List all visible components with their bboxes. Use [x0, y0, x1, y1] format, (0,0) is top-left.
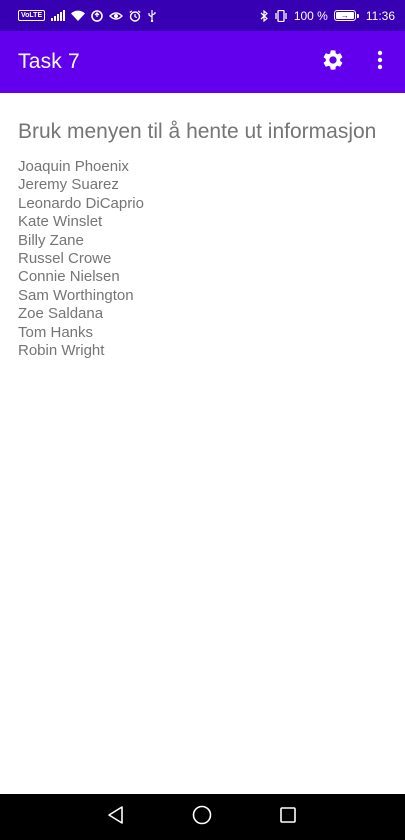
app-bar: Task 7: [0, 31, 405, 93]
recents-icon: [278, 805, 298, 830]
battery-percent: 100 %: [293, 8, 328, 23]
signal-icon: [51, 10, 66, 21]
app-title: Task 7: [18, 50, 80, 73]
actor-list: Joaquin Phoenix Jeremy Suarez Leonardo D…: [18, 158, 388, 360]
bluetooth-icon: [260, 9, 268, 22]
screen: VoLTE 100 % → 11:36 Task 7 Bruk menyen t…: [0, 0, 405, 840]
status-time: 11:36: [365, 8, 395, 23]
recents-button[interactable]: [275, 804, 301, 830]
home-icon: [191, 804, 213, 831]
alarm-icon: [129, 9, 141, 22]
main-content: Bruk menyen til å hente ut informasjon J…: [18, 93, 388, 360]
battery-charging-icon: →: [333, 10, 359, 21]
list-item: Leonardo DiCaprio: [18, 194, 144, 212]
settings-button[interactable]: [315, 43, 351, 81]
back-button[interactable]: [103, 804, 129, 830]
gear-icon: [321, 48, 345, 77]
status-bar-right: 100 % → 11:36: [260, 9, 395, 23]
list-item: Sam Worthington: [18, 286, 134, 304]
list-item: Connie Nielsen: [18, 268, 120, 286]
wifi-icon: [71, 10, 86, 21]
usb-icon: [147, 9, 157, 22]
status-bar-left: VoLTE: [18, 9, 157, 22]
system-nav-bar: [0, 794, 405, 840]
list-item: Robin Wright: [18, 342, 105, 360]
overflow-menu-icon: [377, 50, 383, 75]
list-item: Kate Winslet: [18, 213, 103, 231]
volte-icon: VoLTE: [18, 10, 46, 21]
eye-icon: [109, 11, 124, 21]
list-item: Billy Zane: [18, 231, 84, 249]
list-item: Jeremy Suarez: [18, 176, 119, 194]
home-button[interactable]: [189, 804, 215, 830]
list-item: Russel Crowe: [18, 250, 112, 268]
page-heading: Bruk menyen til å hente ut informasjon: [18, 120, 377, 143]
list-item: Joaquin Phoenix: [18, 158, 129, 175]
vibrate-icon: [274, 9, 288, 22]
back-icon: [106, 805, 126, 830]
status-bar: VoLTE 100 % → 11:36: [0, 0, 405, 31]
overflow-menu-button[interactable]: [366, 43, 394, 81]
list-item: Zoe Saldana: [18, 305, 104, 323]
data-saver-icon: [91, 9, 103, 22]
list-item: Tom Hanks: [18, 323, 94, 341]
